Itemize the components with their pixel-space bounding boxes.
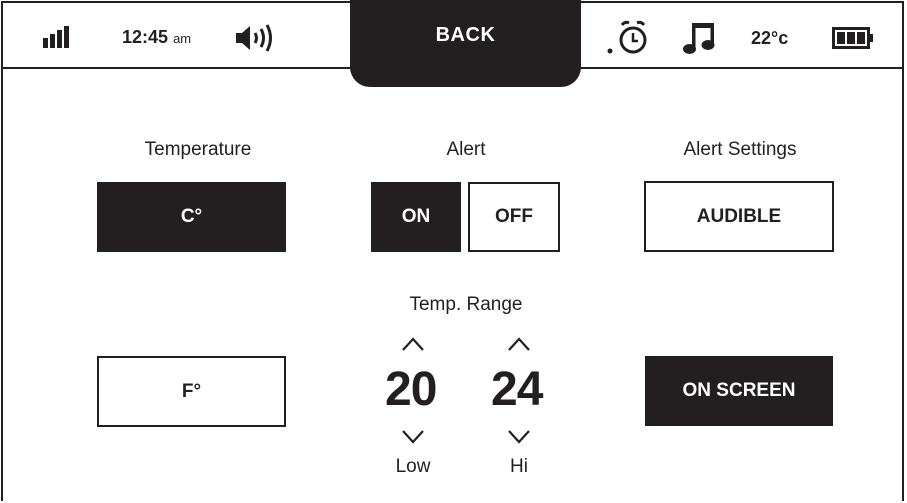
music-note-icon[interactable]: [683, 21, 717, 55]
alarm-clock-icon[interactable]: [607, 20, 651, 56]
battery-icon: [832, 27, 873, 49]
temperature-title: Temperature: [144, 139, 252, 160]
back-button[interactable]: BACK: [350, 0, 581, 87]
alert-title: Alert: [446, 139, 486, 160]
clock-time-value: 12:45: [122, 27, 169, 47]
low-label: Low: [395, 456, 431, 477]
alert-off-button[interactable]: OFF: [468, 182, 560, 252]
temp-range-title: Temp. Range: [409, 294, 523, 315]
low-increase-chevron-up-icon[interactable]: [401, 336, 425, 352]
low-value: 20: [385, 363, 437, 416]
clock-time: 12:45 am: [122, 27, 191, 48]
hi-value: 24: [491, 363, 543, 416]
alert-on-button[interactable]: ON: [371, 182, 461, 252]
audible-button-label: AUDIBLE: [696, 205, 782, 227]
celsius-button[interactable]: C°: [97, 182, 286, 252]
speaker-icon[interactable]: [236, 24, 278, 52]
back-button-label: BACK: [435, 24, 496, 46]
signal-icon: [43, 26, 69, 48]
hi-label: Hi: [510, 456, 528, 477]
fahrenheit-button-label: F°: [181, 380, 202, 402]
fahrenheit-button[interactable]: F°: [97, 356, 286, 427]
on-screen-button-label: ON SCREEN: [682, 380, 796, 401]
clock-time-suffix: am: [173, 31, 192, 46]
current-temperature: 22°c: [751, 28, 789, 48]
low-decrease-chevron-down-icon[interactable]: [401, 429, 425, 445]
hi-increase-chevron-up-icon[interactable]: [507, 336, 531, 352]
celsius-button-label: C°: [180, 206, 203, 227]
alert-off-button-label: OFF: [495, 206, 533, 227]
alert-settings-title: Alert Settings: [683, 139, 797, 160]
alert-on-button-label: ON: [401, 206, 431, 227]
hi-decrease-chevron-down-icon[interactable]: [507, 429, 531, 445]
audible-button[interactable]: AUDIBLE: [644, 181, 834, 252]
on-screen-button[interactable]: ON SCREEN: [645, 356, 833, 426]
